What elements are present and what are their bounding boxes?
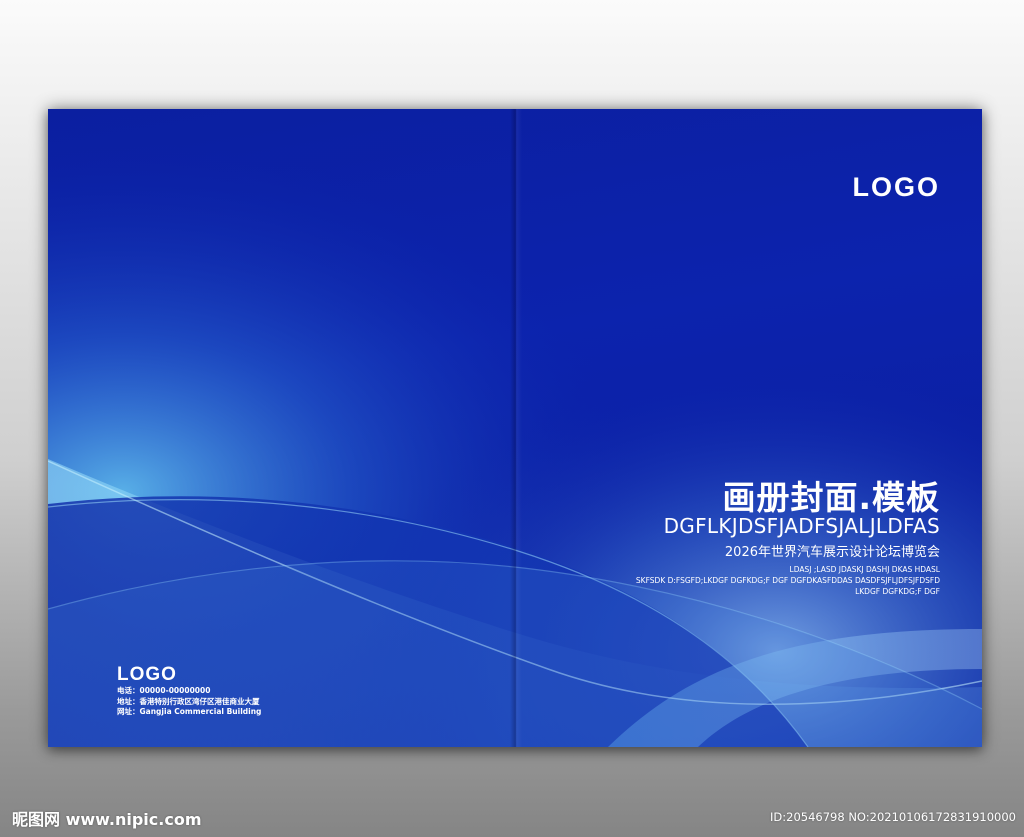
- logo-right: LOGO: [852, 172, 940, 202]
- small-text-line: LDASJ ;LASD JDASKJ DASHJ DKAS HDASL: [789, 565, 940, 574]
- book-spine: [510, 109, 522, 747]
- watermark-site: 昵图网 www.nipic.com: [12, 810, 202, 829]
- brochure-cover: LOGO 画册封面.模板 DGFLKJDSFJADFSJALJLDFAS 202…: [48, 109, 982, 747]
- contact-website: 网址：Gangjia Commercial Building: [117, 707, 262, 716]
- contact-phone: 电话：00000-00000000: [117, 686, 211, 695]
- cover-title: 画册封面.模板: [722, 478, 940, 517]
- contact-info: 电话：00000-00000000 地址：香港特别行政区湾仔区港佳商业大厦 网址…: [117, 686, 261, 718]
- small-text-line: SKFSDK D:FSGFD;LKDGF DGFKDG;F DGF DGFDKA…: [635, 576, 940, 585]
- logo-left: LOGO: [117, 664, 177, 685]
- watermark-id: ID:20546798 NO:20210106172831910000: [770, 810, 1016, 824]
- cover-title-english: DGFLKJDSFJADFSJALJLDFAS: [663, 514, 940, 538]
- small-text-block: LDASJ ;LASD JDASKJ DASHJ DKAS HDASL SKFS…: [636, 564, 940, 597]
- contact-address: 地址：香港特别行政区湾仔区港佳商业大厦: [117, 696, 260, 706]
- cover-subtitle: 2026年世界汽车展示设计论坛博览会: [724, 545, 940, 560]
- small-text-line: LKDGF DGFKDG;F DGF: [855, 587, 940, 596]
